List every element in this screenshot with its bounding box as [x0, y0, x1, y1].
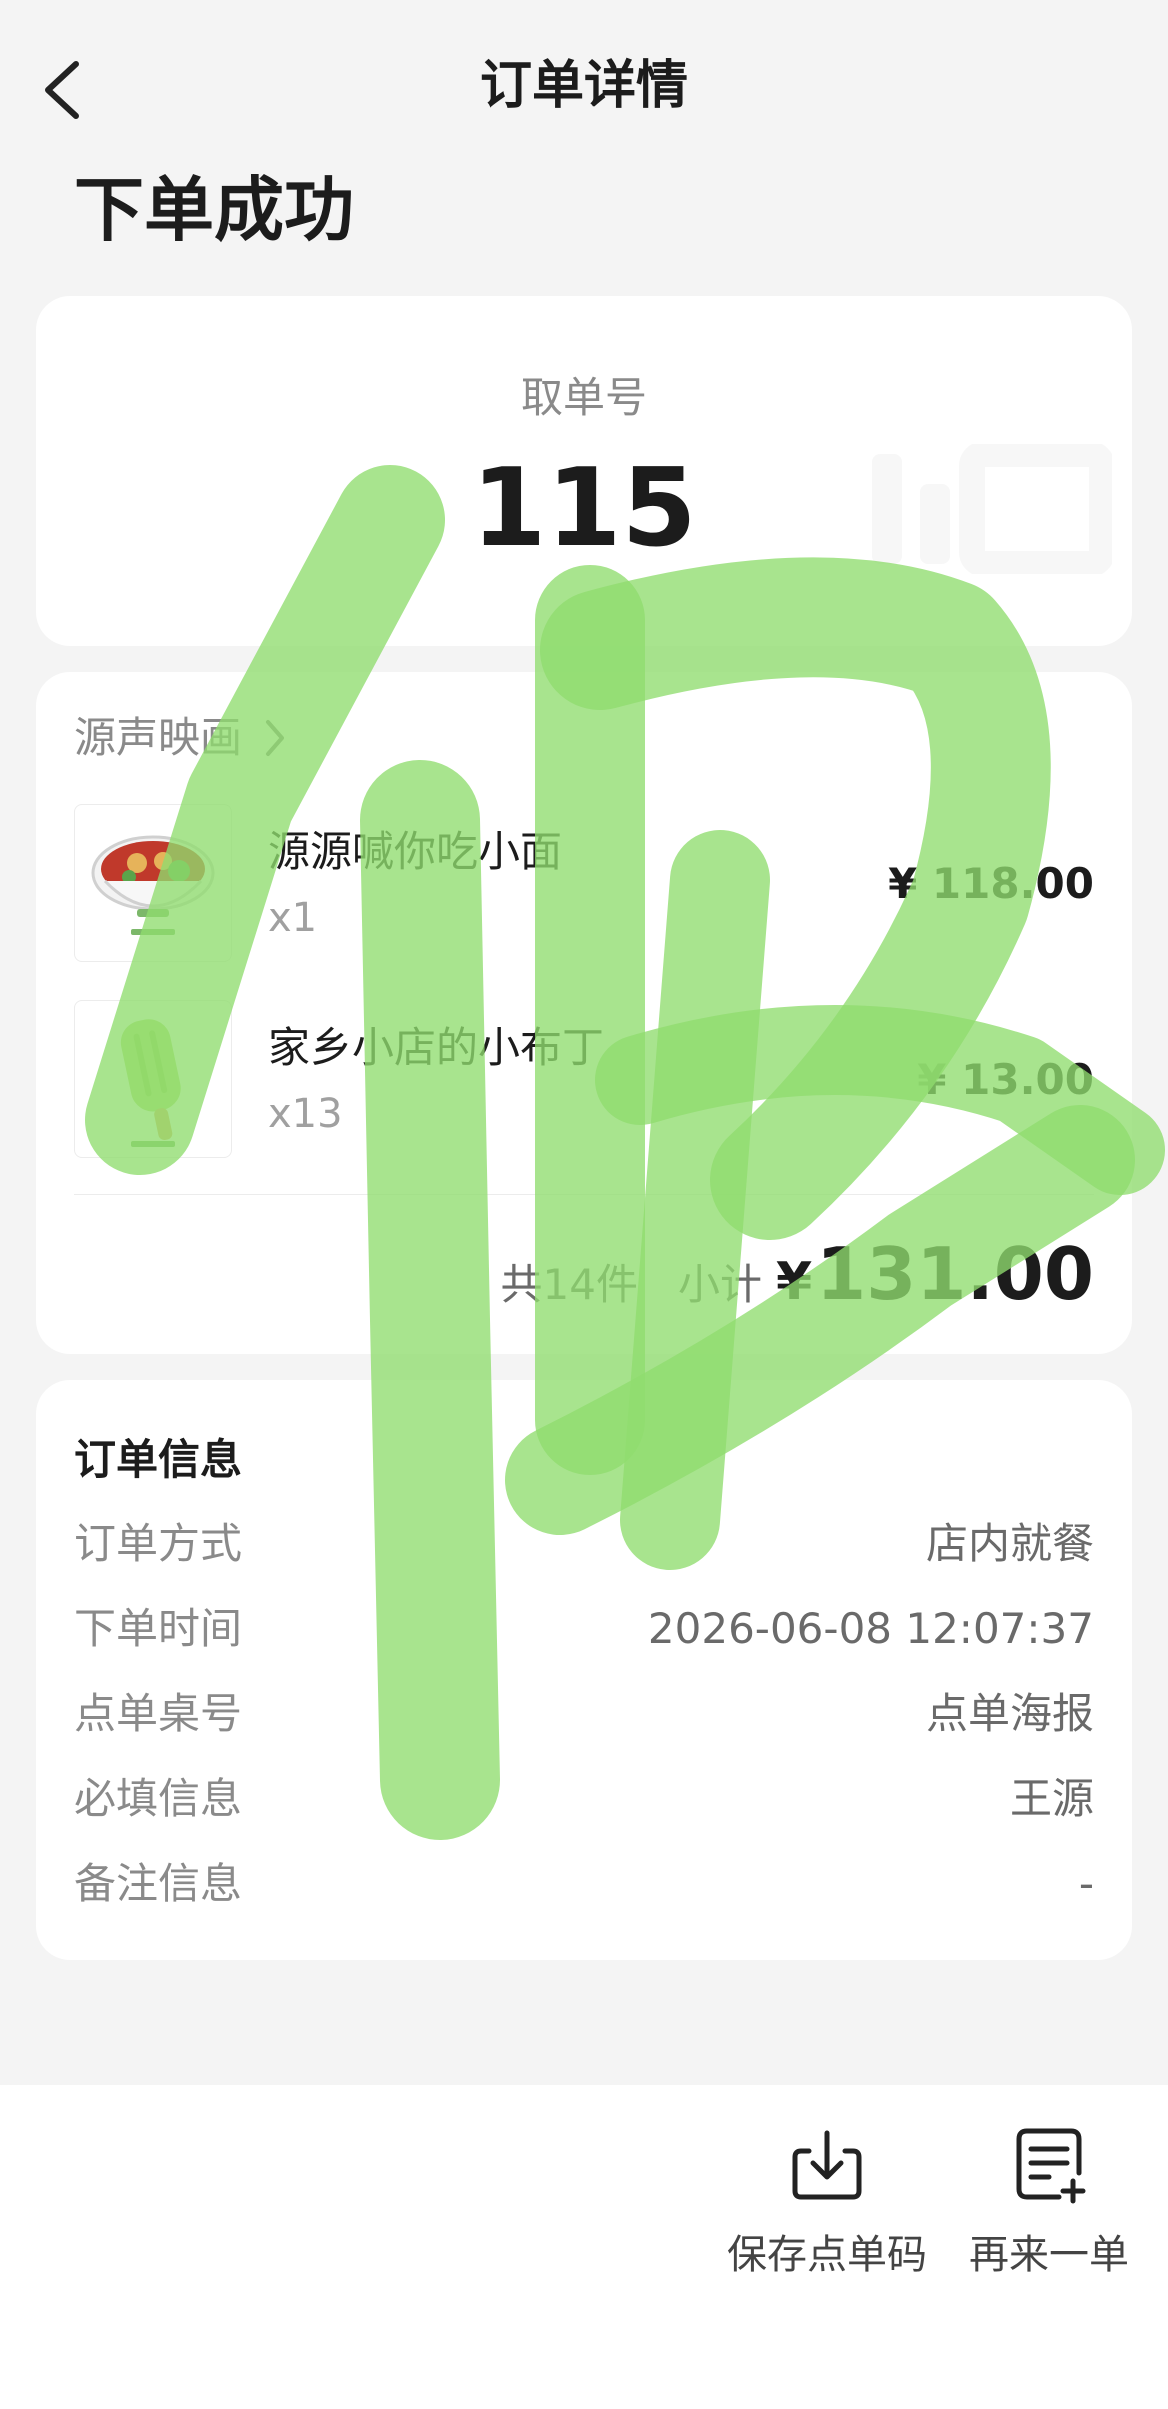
store-name: 源声映画: [74, 713, 243, 762]
document-add-icon: [1016, 2128, 1086, 2204]
info-label: 点单桌号: [74, 1689, 243, 1738]
item-quantity: x13: [268, 1091, 343, 1137]
divider: [74, 1194, 1094, 1195]
info-row: 必填信息 王源: [74, 1769, 1094, 1829]
reorder-button[interactable]: 再来一单: [939, 2125, 1159, 2283]
reorder-label: 再来一单: [969, 2232, 1129, 2278]
order-info-card: 订单信息 订单方式 店内就餐 下单时间 2026-06-08 12:07:37 …: [36, 1380, 1132, 1960]
info-value: 店内就餐: [925, 1519, 1094, 1568]
order-summary: 共14件 小计 ¥ 131.00: [501, 1232, 1095, 1316]
pickup-card: 取单号 115: [36, 296, 1132, 646]
download-tray-icon: [792, 2130, 862, 2200]
order-items-card: 源声映画 源源喊你吃小面 x1 ¥ 118.00 家乡小店的小布丁 x13 ¥ …: [36, 672, 1132, 1354]
list-item[interactable]: 家乡小店的小布丁 x13 ¥ 13.00: [74, 1000, 1094, 1160]
chevron-right-icon: [266, 720, 285, 756]
store-link[interactable]: 源声映画: [74, 708, 286, 768]
page-title: 订单详情: [479, 56, 688, 116]
order-info-heading: 订单信息: [74, 1435, 243, 1484]
brand-logo-icon: [872, 444, 1112, 574]
info-label: 备注信息: [74, 1859, 243, 1908]
item-price: ¥ 13.00: [917, 1055, 1094, 1104]
item-price: ¥ 118.00: [888, 859, 1094, 908]
save-order-code-button[interactable]: 保存点单码: [717, 2125, 937, 2283]
item-name: 源源喊你吃小面: [268, 827, 563, 876]
info-row: 下单时间 2026-06-08 12:07:37: [74, 1599, 1094, 1659]
info-label: 订单方式: [74, 1519, 243, 1568]
info-value: 2026-06-08 12:07:37: [647, 1604, 1094, 1653]
bottom-action-bar: 保存点单码 再来一单: [0, 2085, 1168, 2409]
info-label: 必填信息: [74, 1774, 243, 1823]
pickup-number-label: 取单号: [520, 373, 647, 422]
item-quantity: x1: [268, 895, 318, 941]
subtotal-label: 小计: [677, 1260, 762, 1309]
popsicle-image: [74, 1000, 232, 1158]
info-value: -: [1078, 1859, 1094, 1908]
list-item[interactable]: 源源喊你吃小面 x1 ¥ 118.00: [74, 804, 1094, 964]
info-row: 订单方式 店内就餐: [74, 1514, 1094, 1574]
order-status-title: 下单成功: [74, 169, 354, 251]
info-value: 点单海报: [925, 1689, 1094, 1738]
currency-symbol: ¥: [775, 1252, 813, 1312]
info-value: 王源: [1009, 1774, 1094, 1823]
item-name: 家乡小店的小布丁: [268, 1023, 605, 1072]
info-row: 备注信息 -: [74, 1854, 1094, 1914]
noodle-bowl-image: [74, 804, 232, 962]
save-order-code-label: 保存点单码: [727, 2232, 927, 2278]
info-label: 下单时间: [74, 1604, 243, 1653]
subtotal-amount: 131.00: [816, 1232, 1094, 1316]
info-row: 点单桌号 点单海报: [74, 1684, 1094, 1744]
item-count: 共14件: [500, 1260, 638, 1309]
